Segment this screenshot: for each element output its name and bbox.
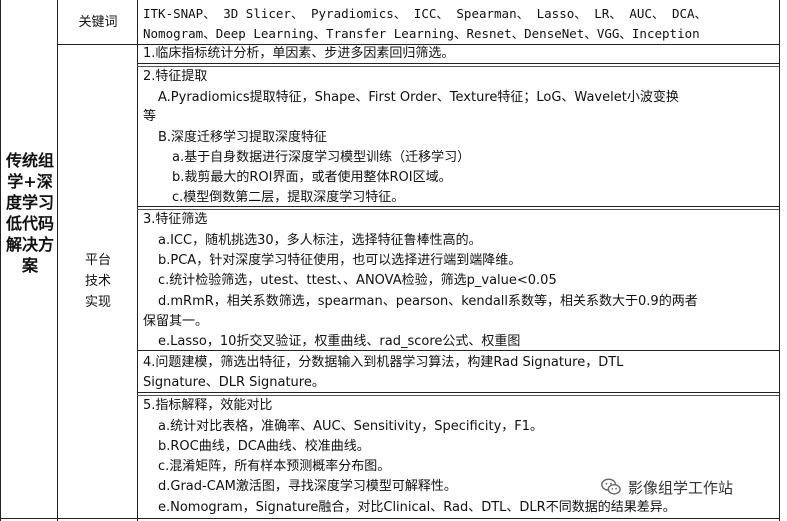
border-right (779, 0, 780, 521)
row-divider-s2-double (137, 209, 779, 210)
section-5-d: d.Grad-CAM激活图，寻找深度学习模型可解释性。 (158, 479, 457, 494)
section-2-b-b: b.裁剪最大的ROI界面，或者使用整体ROI区域。 (172, 170, 452, 185)
section-5-e: e.Nomogram，Signature融合，对比Clinical、Rad、DT… (158, 500, 676, 515)
watermark: 影像组学工作站 (596, 474, 738, 500)
row-divider-s4 (137, 392, 779, 393)
row-divider-s1 (137, 63, 779, 64)
row-divider-s1-double (137, 66, 779, 67)
wechat-icon (601, 478, 621, 495)
platform-label-2: 技术 (84, 274, 111, 289)
platform-label-3: 实现 (84, 295, 111, 310)
section-5-b: b.ROC曲线，DCA曲线、校准曲线。 (158, 439, 370, 454)
section-5-c: c.混淆矩阵，所有样本预测概率分布图。 (158, 459, 391, 474)
section-5-a: a.统计对比表格，准确率、AUC、Sensitivity，Specificity… (158, 419, 544, 434)
section-3-d: d.mRmR，相关系数筛选，spearman、pearson、kendall系数… (158, 294, 698, 309)
platform-label-1: 平台 (84, 253, 111, 268)
col-divider-1 (57, 0, 58, 521)
border-left (0, 0, 1, 521)
section-4-text-cont: Signature、DLR Signature。 (143, 375, 325, 390)
col-divider-2 (137, 0, 138, 521)
section-3-e: e.Lasso，10折交叉验证，权重曲线、rad_score公式、权重图 (158, 334, 521, 349)
section-2-a-cont: 等 (143, 109, 157, 124)
border-bottom (0, 518, 780, 519)
keywords-line-1: ITK-SNAP、 3D Slicer、 Pyradiomics、 ICC、 S… (143, 6, 708, 21)
section-3-b: b.PCA，针对深度学习特征使用，也可以选择进行端到端降维。 (158, 253, 522, 268)
section-3-a: a.ICC，随机挑选30，多人标注，选择特征鲁棒性高的。 (158, 233, 482, 248)
keyword-label: 关键词 (78, 15, 118, 30)
watermark-text: 影像组学工作站 (628, 478, 734, 497)
section-3-c: c.统计检验筛选，utest、ttest、、ANOVA检验，筛选p_value<… (158, 273, 557, 288)
section-3-title: 3.特征筛选 (143, 212, 208, 227)
solution-title: 传统组学+深度学习低代码解决方案 (6, 151, 55, 275)
keywords-line-2: Nomogram、Deep Learning、Transfer Learning… (143, 26, 700, 41)
section-2-b-c: c.模型倒数第二层，提取深度学习特征。 (172, 190, 405, 205)
section-2-a: A.Pyradiomics提取特征，Shape、First Order、Text… (158, 90, 679, 105)
section-4-text: 4.问题建模，筛选出特征，分数据输入到机器学习算法，构建Rad Signatur… (143, 355, 624, 370)
section-2-b: B.深度迁移学习提取深度特征 (158, 130, 328, 145)
row-divider-s4-double (137, 395, 779, 396)
section-1-text: 1.临床指标统计分析，单因素、步进多因素回归筛选。 (143, 46, 455, 61)
section-3-d-cont: 保留其一。 (143, 314, 209, 329)
section-2-b-a: a.基于自身数据进行深度学习模型训练（迁移学习） (172, 150, 471, 165)
section-2-title: 2.特征提取 (143, 69, 208, 84)
section-5-title: 5.指标解释，效能对比 (143, 398, 273, 413)
